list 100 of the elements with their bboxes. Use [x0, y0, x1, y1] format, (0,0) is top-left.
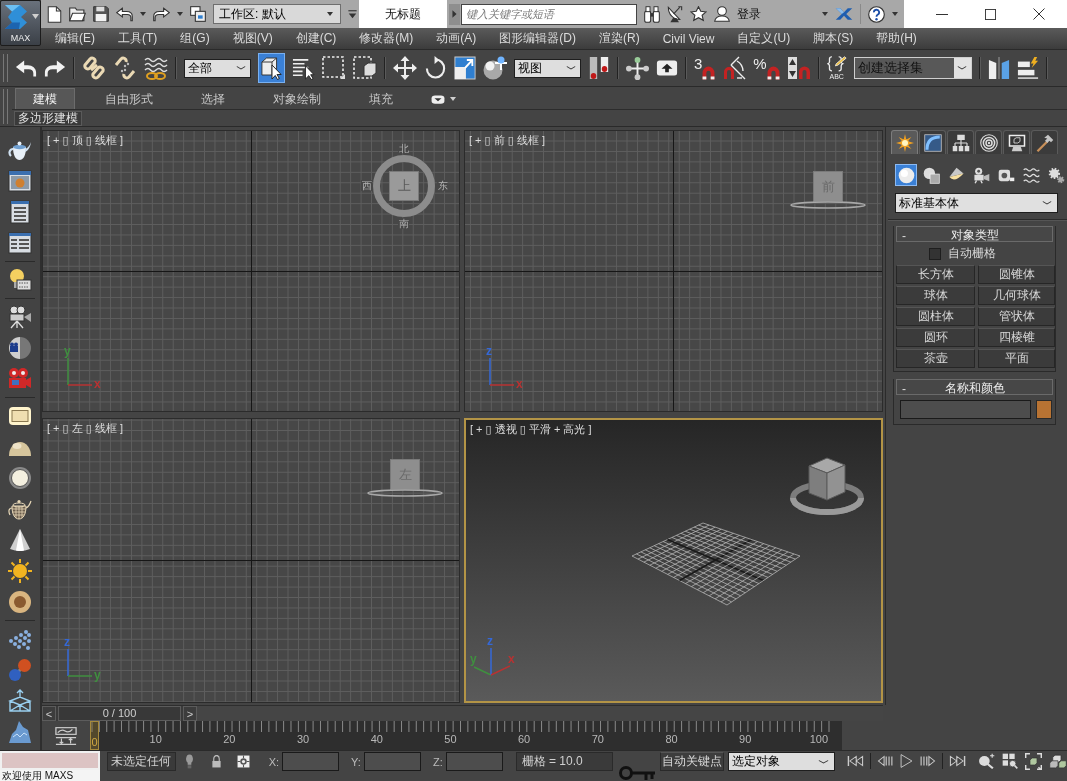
chain-link-icon[interactable]: [82, 56, 106, 80]
manipulator-icon[interactable]: [626, 56, 649, 80]
sign-in-link[interactable]: 登录: [737, 5, 815, 23]
close-icon[interactable]: [1032, 8, 1045, 20]
glowing-sphere-icon[interactable]: [8, 465, 32, 490]
command-panel-tab[interactable]: [919, 130, 946, 154]
menu-item[interactable]: 编辑(E): [55, 30, 95, 47]
overflow-menu-icon[interactable]: [348, 9, 357, 19]
primitive-button[interactable]: 球体: [896, 286, 975, 305]
menu-item[interactable]: Civil View: [662, 31, 715, 46]
caret-icon[interactable]: [892, 12, 898, 16]
primitive-button[interactable]: 圆环: [896, 328, 975, 347]
ribbon-tab[interactable]: 建模: [15, 88, 75, 109]
move-icon[interactable]: [393, 56, 417, 80]
new-file-icon[interactable]: [47, 5, 62, 23]
go-to-end-icon[interactable]: [949, 755, 966, 767]
command-panel-tab[interactable]: [891, 130, 918, 154]
primitive-button[interactable]: 四棱锥: [978, 328, 1055, 347]
curve-editor-icon[interactable]: [55, 725, 77, 746]
primitive-button[interactable]: 圆柱体: [896, 307, 975, 326]
primitive-button[interactable]: 长方体: [896, 265, 975, 284]
workspace-dropdown[interactable]: 工作区: 默认: [213, 4, 341, 24]
rollout-header[interactable]: - 名称和颜色: [896, 379, 1053, 395]
crystal-icon[interactable]: [8, 719, 32, 744]
menu-item[interactable]: 自定义(U): [737, 30, 791, 47]
light-bulb-keyboard-icon[interactable]: [8, 267, 32, 292]
next-frame-button[interactable]: >: [183, 706, 197, 721]
movie-camera-icon[interactable]: [8, 304, 32, 329]
command-panel-tab[interactable]: [1031, 130, 1058, 154]
menu-item[interactable]: 帮助(H): [876, 30, 917, 47]
primitive-button[interactable]: 管状体: [978, 307, 1055, 326]
zoom-extents-all-icon[interactable]: [1049, 752, 1067, 770]
caret-icon[interactable]: [177, 12, 183, 16]
snap-toggle-button[interactable]: 3: [694, 56, 716, 80]
viewport-label[interactable]: [ + ▯ 顶 ▯ 线框 ]: [47, 133, 123, 148]
help-icon[interactable]: [868, 5, 885, 23]
coordinate-field[interactable]: [282, 752, 340, 771]
coordinate-field[interactable]: [363, 752, 421, 771]
user-icon[interactable]: [714, 6, 730, 22]
checkbox[interactable]: [929, 247, 941, 260]
object-category-dropdown[interactable]: 标准基本体: [895, 193, 1058, 213]
checkbox-label[interactable]: 自动栅格: [948, 245, 996, 262]
ribbon-options-icon[interactable]: [431, 93, 445, 105]
caret-icon[interactable]: [140, 12, 146, 16]
star-icon[interactable]: [690, 6, 707, 22]
angle-snap-icon[interactable]: [722, 56, 747, 80]
application-button[interactable]: MAX: [0, 0, 41, 46]
ribbon-tab[interactable]: 自由形式: [87, 88, 171, 109]
mirror-icon[interactable]: [987, 56, 1010, 80]
panel-table-icon[interactable]: [8, 230, 32, 255]
align-icon[interactable]: [1016, 57, 1039, 79]
cone-icon[interactable]: [8, 527, 32, 552]
keyboard-key-icon[interactable]: [656, 58, 678, 78]
viewport[interactable]: [ + ▯ 透视 ▯ 平滑 + 高光 ] y z x: [464, 418, 883, 703]
percent-snap-button[interactable]: %: [753, 56, 780, 80]
menu-item[interactable]: 脚本(S): [813, 30, 854, 47]
undo-icon[interactable]: [116, 6, 133, 22]
zoom-all-icon[interactable]: [1002, 753, 1018, 769]
primitive-button[interactable]: 茶壶: [896, 349, 975, 368]
viewcube-icon[interactable]: [790, 454, 864, 516]
camera-sphere-icon[interactable]: [8, 335, 32, 360]
open-folder-icon[interactable]: [69, 6, 86, 22]
compass-ring-icon[interactable]: [367, 489, 443, 497]
current-frame-marker[interactable]: 0: [90, 721, 99, 750]
wire-pyramid-icon[interactable]: [8, 688, 32, 713]
previous-frame-icon[interactable]: [877, 755, 894, 767]
menu-item[interactable]: 修改器(M): [359, 30, 414, 47]
timeline-ruler[interactable]: 0 10 20 30 40 50 60 70 80 90 100: [90, 721, 842, 750]
lock-icon[interactable]: [210, 754, 222, 768]
spinner-snap-icon[interactable]: [786, 56, 811, 80]
script-listener-field[interactable]: [0, 751, 100, 770]
caret-icon[interactable]: [450, 97, 456, 101]
menu-item[interactable]: 工具(T): [118, 30, 158, 47]
viewport-label[interactable]: [ + ▯ 前 ▯ 线框 ]: [469, 133, 545, 148]
primitive-button[interactable]: 几何球体: [978, 286, 1055, 305]
render-window-icon[interactable]: [8, 168, 32, 193]
light-bulb-icon[interactable]: [183, 753, 195, 769]
minimize-icon[interactable]: [936, 13, 949, 15]
satellite-dish-icon[interactable]: [667, 5, 683, 23]
compass-ring-icon[interactable]: [373, 155, 435, 217]
primitive-button[interactable]: 平面: [978, 349, 1055, 368]
list-cursor-icon[interactable]: [292, 56, 315, 80]
command-panel-tab[interactable]: [975, 130, 1002, 154]
select-object-button[interactable]: [258, 53, 285, 83]
play-icon[interactable]: [900, 754, 913, 768]
ribbon-tab[interactable]: 选择: [183, 88, 243, 109]
sphere-crosshair-icon[interactable]: [483, 56, 507, 80]
menu-item[interactable]: 创建(C): [295, 30, 337, 47]
binoculars-icon[interactable]: [644, 5, 660, 23]
sun-icon[interactable]: [8, 558, 32, 583]
viewport[interactable]: [ + ▯ 顶 ▯ 线框 ] 北 西 上 东 南 y x: [42, 130, 460, 412]
menu-item[interactable]: 图形编辑器(D): [499, 30, 576, 47]
redo-icon[interactable]: [44, 58, 66, 78]
time-slider-thumb[interactable]: < 0 / 100 >: [42, 706, 197, 721]
name-field[interactable]: [900, 400, 1031, 419]
ribbon-tab[interactable]: 填充: [351, 88, 411, 109]
menu-item[interactable]: 动画(A): [436, 30, 477, 47]
viewport-label[interactable]: [ + ▯ 左 ▯ 线框 ]: [47, 421, 123, 436]
command-panel-tab[interactable]: [1003, 130, 1030, 154]
compass-ring-icon[interactable]: [790, 201, 866, 209]
